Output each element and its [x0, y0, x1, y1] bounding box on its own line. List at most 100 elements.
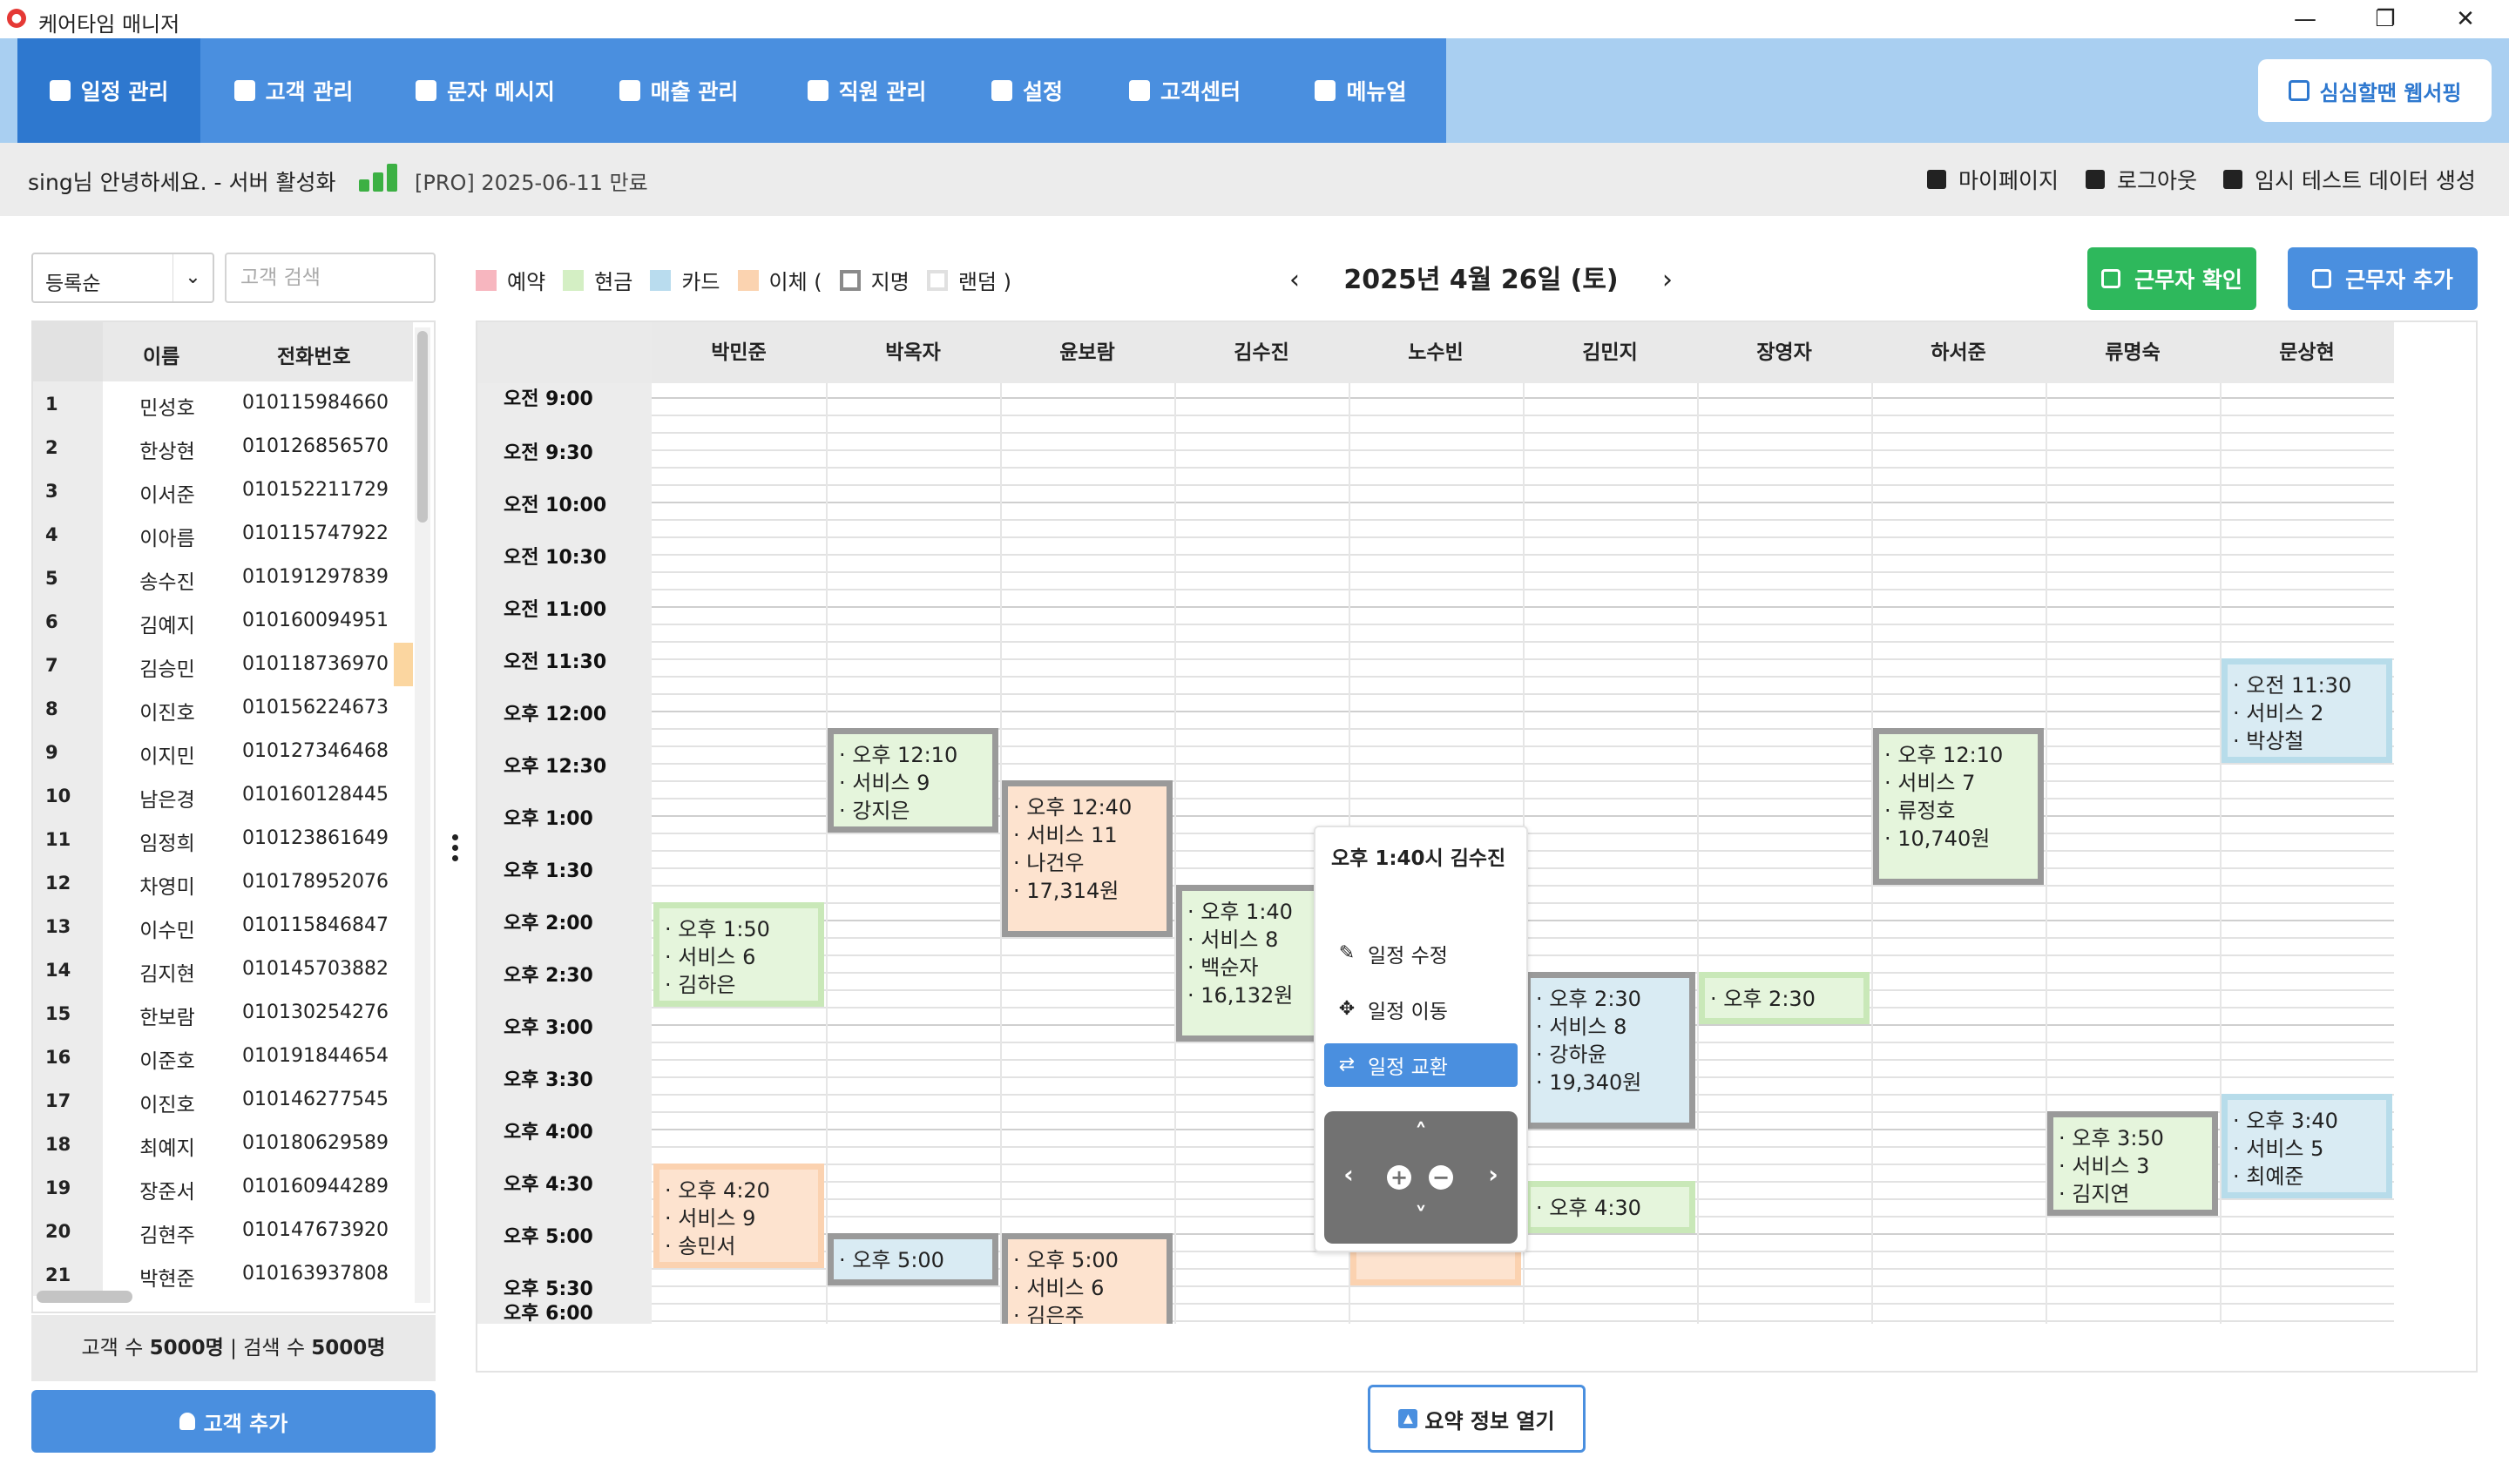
- table-row[interactable]: 4 이아름 010115747922: [33, 512, 413, 556]
- pad-right-button[interactable]: ›: [1483, 1160, 1504, 1189]
- table-row[interactable]: 7 김승민 010118736970: [33, 643, 413, 686]
- pad-up-button[interactable]: ˄: [1409, 1118, 1433, 1147]
- table-row[interactable]: 18 최예지 010180629589: [33, 1122, 413, 1165]
- event-line: · 서비스 6: [665, 945, 756, 969]
- event-line: · 서비스 8: [1536, 1015, 1627, 1039]
- table-row[interactable]: 14 김지현 010145703882: [33, 948, 413, 991]
- schedule-event[interactable]: · 오후 2:30: [1699, 972, 1870, 1024]
- nav-item-0[interactable]: 일정 관리: [17, 38, 200, 143]
- employee-column-header[interactable]: 문상현: [2220, 322, 2394, 383]
- customer-name: 김지현: [139, 963, 195, 986]
- table-row[interactable]: 15 한보람 010130254276: [33, 991, 413, 1035]
- next-date-button[interactable]: ›: [1662, 258, 1673, 303]
- table-row[interactable]: 19 장준서 010160944289: [33, 1165, 413, 1209]
- schedule-event[interactable]: · 오후 4:30: [1525, 1181, 1695, 1233]
- table-row[interactable]: 11 임정희 010123861649: [33, 817, 413, 860]
- confirm-staff-button[interactable]: 근무자 확인: [2087, 247, 2256, 310]
- mypage-link[interactable]: 마이페이지: [1927, 164, 2059, 195]
- schedule-event[interactable]: · 오후 5:00: [828, 1233, 998, 1285]
- edit-icon: ✎: [1338, 942, 1356, 964]
- name-column-header[interactable]: 이름: [143, 340, 179, 369]
- employee-column-header[interactable]: 노수빈: [1349, 322, 1523, 383]
- table-row[interactable]: 5 송수진 010191297839: [33, 556, 413, 599]
- sort-select[interactable]: 등록순 ⌄: [31, 253, 214, 303]
- schedule-event[interactable]: · 오전 11:30 · 서비스 2 · 박상철: [2222, 658, 2392, 763]
- table-row[interactable]: 6 김예지 010160094951: [33, 599, 413, 643]
- row-marker: [394, 1165, 413, 1209]
- minimize-button[interactable]: —: [2265, 0, 2345, 38]
- nav-item-4[interactable]: 직원 관리: [774, 38, 960, 143]
- badge-icon: [807, 80, 828, 101]
- scrollbar-thumb[interactable]: [417, 331, 428, 523]
- vertical-scrollbar[interactable]: [415, 327, 430, 1303]
- panel-resize-handle[interactable]: [451, 834, 460, 864]
- profile-icon: [1927, 170, 1946, 189]
- nav-item-6[interactable]: 고객센터: [1094, 38, 1275, 143]
- table-row[interactable]: 9 이지민 010127346468: [33, 730, 413, 773]
- schedule-event[interactable]: · 오후 4:20 · 서비스 9 · 송민서: [653, 1164, 824, 1268]
- pad-down-button[interactable]: ˅: [1409, 1202, 1433, 1231]
- table-row[interactable]: 12 차영미 010178952076: [33, 860, 413, 904]
- customer-name: 임정희: [139, 833, 195, 855]
- schedule-event[interactable]: · 오후 5:00 · 서비스 6 · 김은주: [1002, 1233, 1173, 1324]
- test-data-link[interactable]: 임시 테스트 데이터 생성: [2223, 164, 2476, 195]
- table-row[interactable]: 2 한상현 010126856570: [33, 425, 413, 469]
- employee-column-header[interactable]: 박옥자: [826, 322, 1000, 383]
- web-surfing-button[interactable]: 심심할땐 웹서핑: [2258, 59, 2492, 122]
- table-row[interactable]: 16 이준호 010191844654: [33, 1035, 413, 1078]
- nav-item-5[interactable]: 설정: [960, 38, 1094, 143]
- time-label: 오전 11:00: [504, 599, 607, 621]
- row-number-header: [33, 322, 103, 381]
- employee-column-header[interactable]: 김민지: [1523, 322, 1697, 383]
- close-window-button[interactable]: ✕: [2425, 0, 2506, 38]
- nav-item-1[interactable]: 고객 관리: [200, 38, 387, 143]
- table-row[interactable]: 20 김현주 010147673920: [33, 1209, 413, 1252]
- add-staff-button[interactable]: 근무자 추가: [2288, 247, 2478, 310]
- zoom-in-icon[interactable]: +: [1387, 1165, 1411, 1190]
- nav-item-3[interactable]: 매출 관리: [584, 38, 774, 143]
- table-row[interactable]: 8 이진호 010156224673: [33, 686, 413, 730]
- pad-left-button[interactable]: ‹: [1338, 1160, 1359, 1189]
- context-menu-label: 일정 수정: [1368, 945, 1448, 968]
- maximize-button[interactable]: ❐: [2345, 0, 2425, 38]
- navigation-pad: ˄ ˅ ‹ › + −: [1324, 1111, 1518, 1244]
- table-row[interactable]: 1 민성호 010115984660: [33, 381, 413, 425]
- event-line: · 오후 4:20: [665, 1178, 770, 1203]
- schedule-event[interactable]: · 오후 12:10 · 서비스 9 · 강지은: [828, 728, 998, 833]
- employee-column-header[interactable]: 김수진: [1174, 322, 1349, 383]
- add-customer-button[interactable]: 고객 추가: [31, 1390, 436, 1453]
- schedule-event[interactable]: · 오후 12:10 · 서비스 7 · 류정호 · 10,740원: [1873, 728, 2044, 885]
- employee-column-header[interactable]: 류명숙: [2046, 322, 2220, 383]
- prev-date-button[interactable]: ‹: [1289, 258, 1300, 303]
- customer-search-input[interactable]: [225, 253, 436, 303]
- nav-item-7[interactable]: 메뉴얼: [1275, 38, 1446, 143]
- table-row[interactable]: 13 이수민 010115846847: [33, 904, 413, 948]
- employee-column-header[interactable]: 박민준: [652, 322, 826, 383]
- table-row[interactable]: 21 박현준 010163937808: [33, 1252, 413, 1296]
- customer-phone: 010118736970: [242, 653, 389, 675]
- employee-column-header[interactable]: 하서준: [1871, 322, 2046, 383]
- employee-column-header[interactable]: 윤보람: [1000, 322, 1174, 383]
- logout-link[interactable]: 로그아웃: [2086, 164, 2197, 195]
- context-menu-item[interactable]: ⇄ 일정 교환: [1324, 1043, 1518, 1087]
- zoom-out-icon[interactable]: −: [1429, 1165, 1453, 1190]
- schedule-event[interactable]: · 오후 2:30 · 서비스 8 · 강하윤 · 19,340원: [1525, 972, 1695, 1129]
- table-row[interactable]: 3 이서준 010152211729: [33, 469, 413, 512]
- schedule-event[interactable]: · 오후 1:50 · 서비스 6 · 김하은: [653, 902, 824, 1007]
- time-label: 오전 10:00: [504, 495, 607, 516]
- table-row[interactable]: 17 이진호 010146277545: [33, 1078, 413, 1122]
- schedule-event[interactable]: · 오후 3:50 · 서비스 3 · 김지연: [2047, 1111, 2218, 1216]
- context-menu-item[interactable]: ✎ 일정 수정: [1324, 932, 1518, 975]
- context-menu-item[interactable]: ✥ 일정 이동: [1324, 988, 1518, 1031]
- horizontal-scrollbar[interactable]: [37, 1291, 132, 1303]
- nav-item-2[interactable]: 문자 메시지: [387, 38, 584, 143]
- employee-column-header[interactable]: 장영자: [1697, 322, 1871, 383]
- schedule-event[interactable]: · 오후 12:40 · 서비스 11 · 나건우 · 17,314원: [1002, 780, 1173, 937]
- table-row[interactable]: 10 남은경 010160128445: [33, 773, 413, 817]
- badge-icon: [2312, 269, 2332, 288]
- customer-name: 김예지: [139, 615, 195, 637]
- open-summary-button[interactable]: ▲ 요약 정보 열기: [1368, 1385, 1586, 1453]
- phone-column-header[interactable]: 전화번호: [277, 340, 351, 369]
- time-label: 오후 2:30: [504, 965, 593, 987]
- schedule-event[interactable]: · 오후 3:40 · 서비스 5 · 최예준: [2222, 1094, 2392, 1198]
